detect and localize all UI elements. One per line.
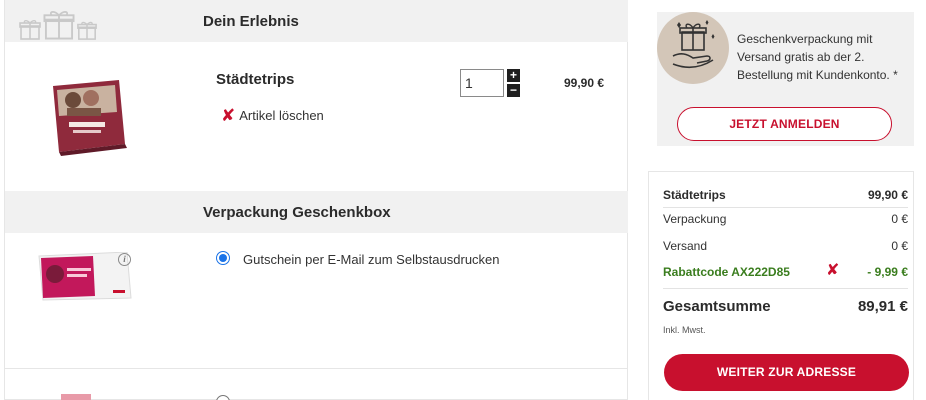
summary-packaging-label: Verpackung [663, 212, 727, 226]
experience-section-title: Dein Erlebnis [203, 13, 299, 30]
summary-total: Gesamtsumme 89,91 € [663, 298, 908, 315]
discount-code-label: Rabattcode AX222D85 [663, 265, 790, 279]
product-box-image [53, 80, 127, 156]
gift-icon [77, 21, 97, 40]
quantity-input[interactable] [460, 69, 504, 97]
login-button[interactable]: JETZT ANMELDEN [677, 107, 892, 141]
delete-item-link[interactable]: ✘ Artikel löschen [221, 107, 324, 124]
total-label: Gesamtsumme [663, 298, 771, 315]
tax-note: Inkl. Mwst. [663, 325, 706, 335]
radio-giftbox-option[interactable] [216, 395, 230, 400]
close-icon: ✘ [221, 106, 236, 125]
delete-item-label: Artikel löschen [239, 108, 324, 123]
radio-email-voucher-label: Gutschein per E-Mail zum Selbstausdrucke… [243, 252, 500, 267]
discount-value: - 9,99 € [867, 265, 908, 279]
gift-icon [19, 20, 41, 40]
giftbox-option-image [61, 394, 91, 400]
summary-item-value: 99,90 € [867, 188, 908, 202]
promo-box: Geschenkverpackung mit Versand gratis ab… [657, 12, 914, 146]
summary-divider [663, 207, 908, 208]
packaging-section-header: Verpackung Geschenkbox [5, 191, 628, 233]
cart-panel: Dein Erlebnis Städtetrips ✘ Artikel lösc… [4, 0, 628, 400]
remove-discount-icon[interactable]: ✘ [826, 263, 839, 279]
info-icon[interactable]: i [118, 253, 131, 266]
quantity-increase-button[interactable]: + [507, 69, 520, 82]
gift-hand-icon [657, 12, 729, 84]
packaging-section-title: Verpackung Geschenkbox [203, 204, 391, 221]
summary-divider [663, 288, 908, 289]
product-name: Städtetrips [216, 71, 295, 88]
summary-item-label: Städtetrips [663, 188, 726, 202]
promo-text: Geschenkverpackung mit Versand gratis ab… [737, 32, 898, 82]
radio-email-voucher[interactable] [216, 251, 230, 265]
summary-shipping-value: 0 € [891, 239, 908, 253]
summary-packaging-value: 0 € [891, 212, 908, 226]
gift-icons [19, 6, 97, 40]
order-summary: Städtetrips 99,90 € Verpackung 0 € Versa… [648, 171, 914, 400]
experience-section-header: Dein Erlebnis [5, 0, 628, 42]
quantity-decrease-button[interactable]: − [507, 84, 520, 97]
product-price: 99,90 € [564, 76, 605, 90]
continue-to-address-button[interactable]: WEITER ZUR ADRESSE [664, 354, 909, 391]
total-value: 89,91 € [857, 298, 908, 315]
option-divider [5, 368, 628, 369]
summary-shipping-label: Versand [663, 239, 708, 253]
gift-icon [43, 11, 75, 40]
